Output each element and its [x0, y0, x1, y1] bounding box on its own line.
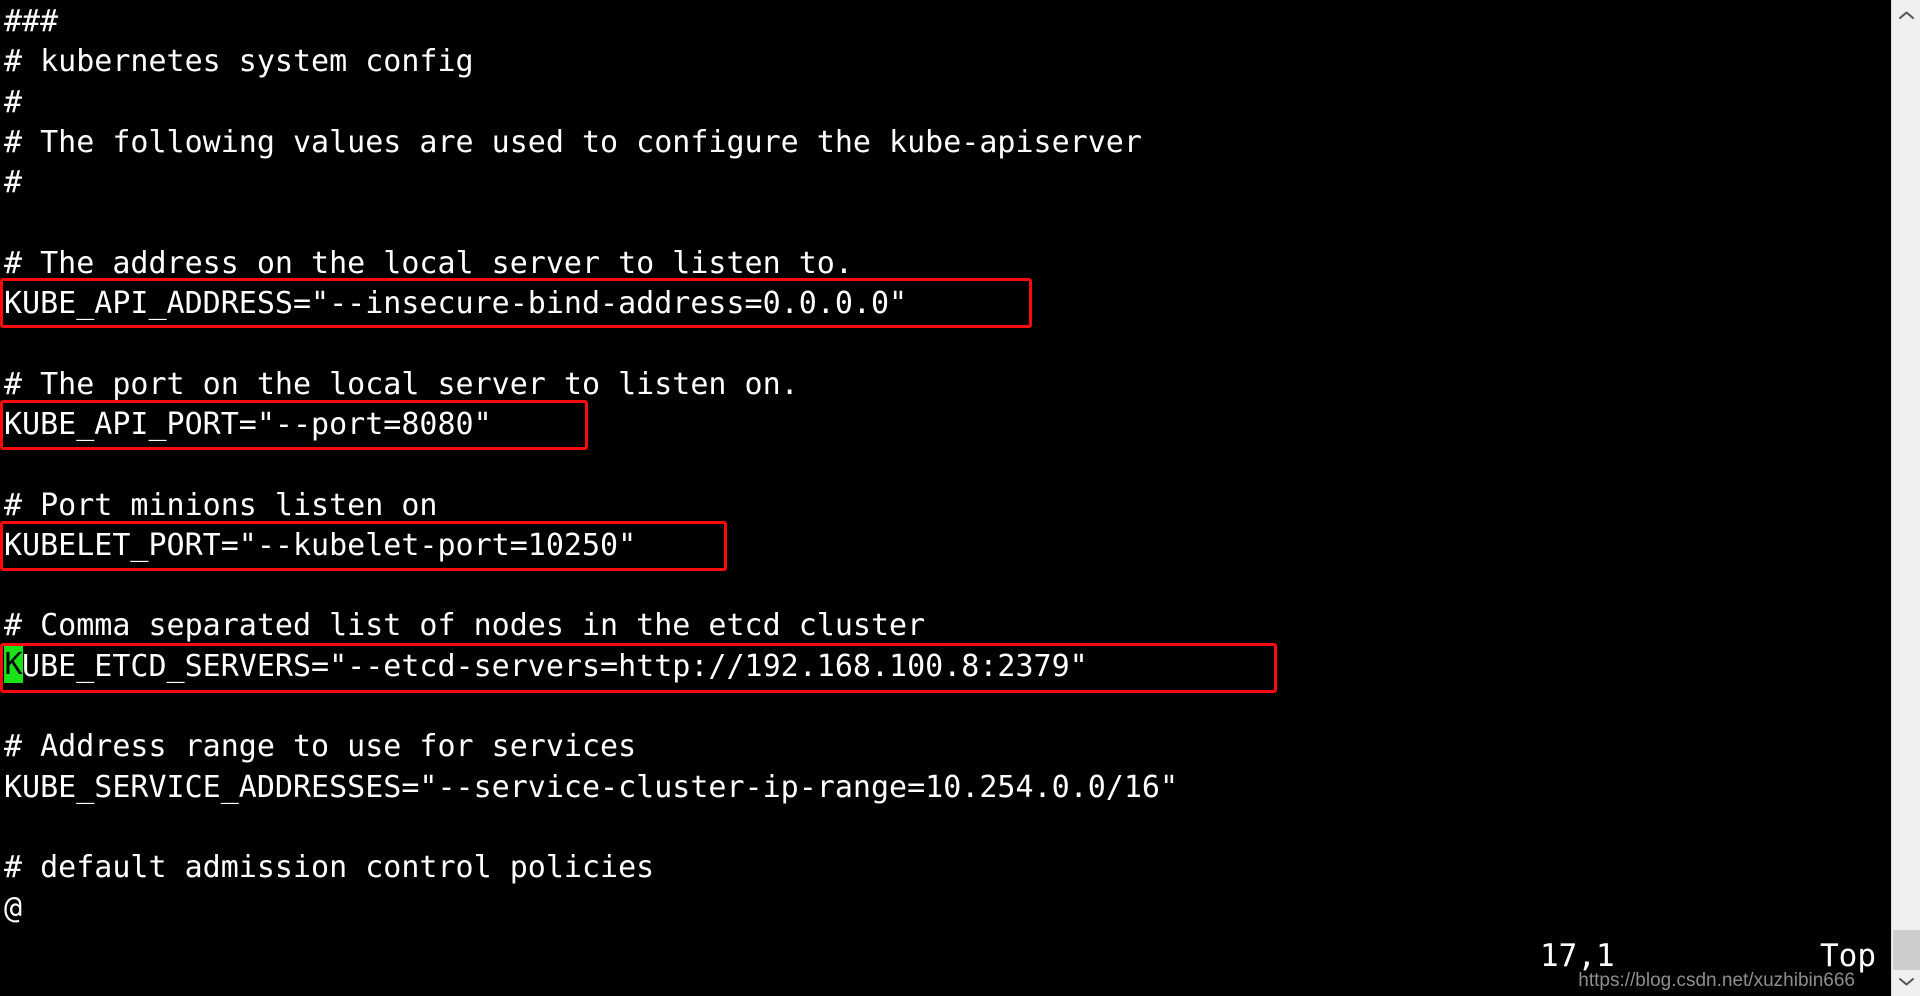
- code-line-text: # The port on the local server to listen…: [4, 366, 799, 402]
- code-line: # Port minions listen on: [4, 486, 1884, 526]
- code-line-text: @: [4, 890, 23, 926]
- code-line-text: KUBE_ETCD_SERVERS="--etcd-servers=http:/…: [4, 648, 1088, 684]
- code-line: # Comma separated list of nodes in the e…: [4, 606, 1884, 646]
- code-line: # default admission control policies: [4, 848, 1884, 888]
- code-line-text: # kubernetes system config: [4, 44, 474, 80]
- code-line-text: KUBE_API_PORT="--port=8080": [4, 406, 492, 442]
- code-line-text: KUBE_SERVICE_ADDRESSES="--service-cluste…: [4, 769, 1178, 805]
- scrollbar-thumb[interactable]: [1893, 930, 1920, 970]
- scroll-down-button[interactable]: [1892, 968, 1920, 994]
- code-line-text: # Comma separated list of nodes in the e…: [4, 608, 926, 644]
- chevron-up-icon: [1899, 11, 1914, 20]
- scroll-up-button[interactable]: [1892, 2, 1920, 28]
- code-line-text: #: [4, 84, 23, 120]
- code-line-text: # Address range to use for services: [4, 729, 637, 765]
- code-line: KUBE_SERVICE_ADDRESSES="--service-cluste…: [4, 768, 1884, 808]
- code-line: KUBE_ETCD_SERVERS="--etcd-servers=http:/…: [4, 647, 1884, 687]
- code-line: # The address on the local server to lis…: [4, 244, 1884, 284]
- vertical-scrollbar[interactable]: [1891, 0, 1920, 996]
- terminal-window[interactable]: ### # kubernetes system config # # The foll…: [0, 0, 1891, 996]
- vim-text-buffer[interactable]: ### # kubernetes system config # # The foll…: [4, 2, 1884, 929]
- code-line: #: [4, 83, 1884, 123]
- code-line-text: #: [4, 165, 23, 201]
- code-line-text: KUBE_API_ADDRESS="--insecure-bind-addres…: [4, 286, 908, 322]
- code-line-text: ###: [4, 4, 59, 39]
- code-line: KUBE_API_ADDRESS="--insecure-bind-addres…: [4, 284, 1884, 324]
- vim-cursor-block: K: [4, 645, 23, 683]
- code-line: # Address range to use for services: [4, 727, 1884, 767]
- code-line: #: [4, 163, 1884, 203]
- code-line: # The following values are used to confi…: [4, 123, 1884, 163]
- code-line-text: # The address on the local server to lis…: [4, 245, 853, 281]
- code-line: KUBE_API_PORT="--port=8080": [4, 405, 1884, 445]
- code-line-text: # default admission control policies: [4, 850, 655, 886]
- chevron-down-icon: [1899, 977, 1914, 986]
- code-line-text: # The following values are used to confi…: [4, 124, 1142, 160]
- code-line: # kubernetes system config: [4, 42, 1884, 82]
- code-line: KUBELET_PORT="--kubelet-port=10250": [4, 526, 1884, 566]
- code-line-text: # Port minions listen on: [4, 487, 438, 523]
- watermark-url: https://blog.csdn.net/xuzhibin666: [1578, 970, 1855, 991]
- code-line-text: KUBELET_PORT="--kubelet-port=10250": [4, 527, 637, 563]
- code-line: # The port on the local server to listen…: [4, 365, 1884, 405]
- code-line: @: [4, 889, 1884, 929]
- code-line: ###: [4, 2, 1884, 42]
